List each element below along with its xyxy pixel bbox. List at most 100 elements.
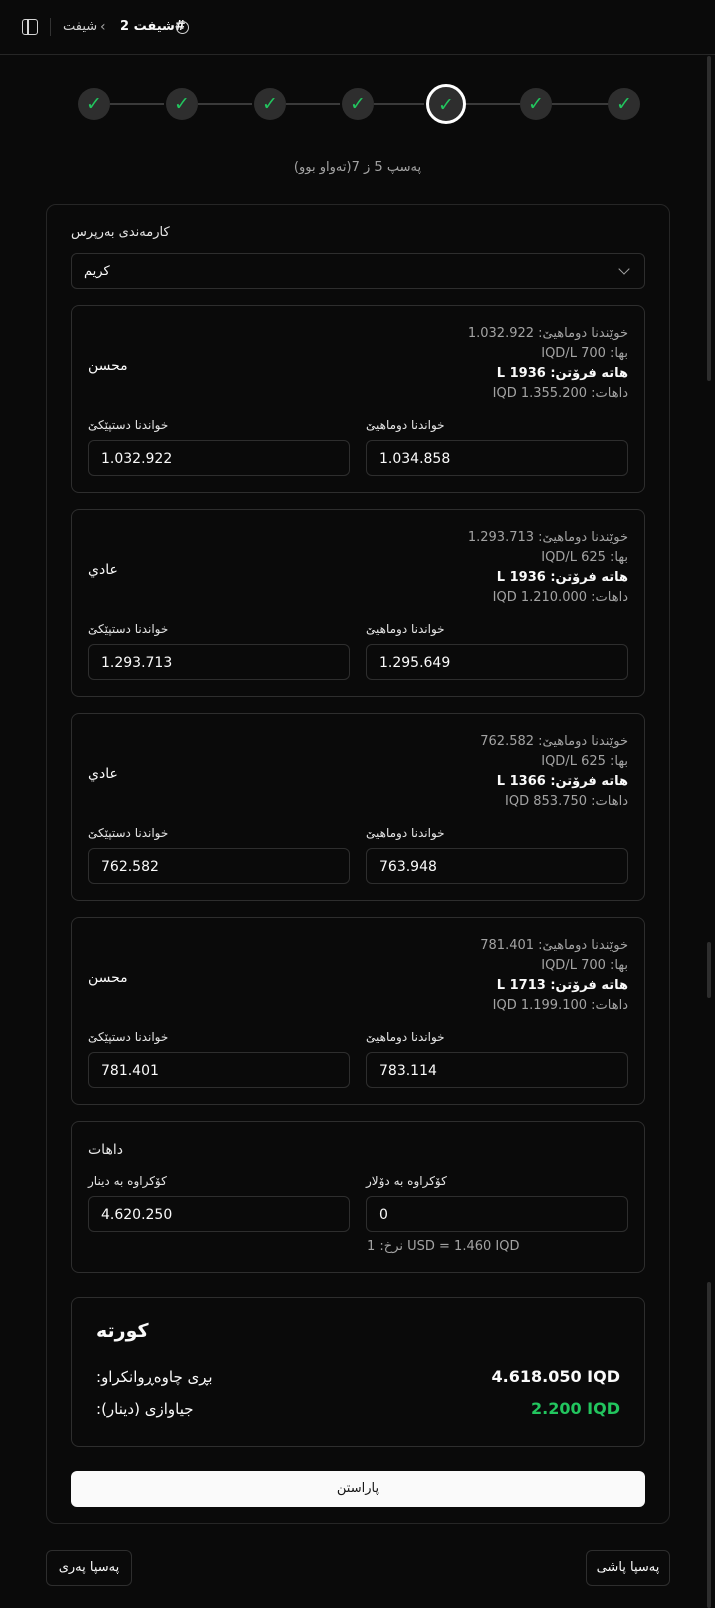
expected-amount-label: :بڕی چاوەڕوانکراو <box>96 1368 213 1386</box>
sold-value: 1366 <box>509 774 546 789</box>
sold-value: 1936 <box>509 366 546 381</box>
step-connector <box>110 103 164 105</box>
step-connector <box>198 103 252 105</box>
income-unit: IQD <box>492 998 517 1013</box>
start-reading-input[interactable]: 781.401 <box>88 1052 350 1088</box>
income-card: داهات کۆکراوە بە دینار 4.620.250 کۆکراوە… <box>71 1121 645 1273</box>
step-connector <box>552 103 610 105</box>
last-reading-value: 1.032.922 <box>467 326 535 341</box>
step-connector <box>286 103 340 105</box>
chevron-down-icon <box>618 263 630 275</box>
start-reading-label: خواندنا دستپێکێ <box>88 622 169 636</box>
pump-card: عادي خوێندنا دوماهیێ: 762.582 IQD/L بها:… <box>71 713 645 901</box>
start-reading-input[interactable]: 1.293.713 <box>88 644 350 680</box>
step-complete-check-icon[interactable]: ✓ <box>78 88 110 120</box>
last-reading-value: 781.401 <box>480 938 535 953</box>
step-current-check-icon[interactable]: ✓ <box>426 84 466 124</box>
price-unit: IQD/L <box>541 754 577 769</box>
step-complete-check-icon[interactable]: ✓ <box>608 88 640 120</box>
start-reading-input[interactable]: 1.032.922 <box>88 440 350 476</box>
price-value: 625 <box>581 754 606 769</box>
income-label: داهات: <box>591 998 628 1013</box>
sold-value: 1936 <box>509 570 546 585</box>
divider <box>50 18 51 36</box>
summary-card: کورتە :بڕی چاوەڕوانکراو 4.618.050 IQD :ج… <box>71 1297 645 1447</box>
next-step-button[interactable]: پەسپا پاشی <box>586 1550 670 1586</box>
price-unit: IQD/L <box>541 958 577 973</box>
end-reading-input[interactable]: 763.948 <box>366 848 628 884</box>
total-dinar-label: کۆکراوە بە دینار <box>88 1174 167 1188</box>
last-reading-label: خوێندنا دوماهیێ: <box>538 938 628 953</box>
start-reading-label: خواندنا دستپێکێ <box>88 418 169 432</box>
price-value: 625 <box>581 550 606 565</box>
income-label: داهات: <box>591 590 628 605</box>
last-reading-label: خوێندنا دوماهیێ: <box>538 530 628 545</box>
last-reading-label: خوێندنا دوماهیێ: <box>538 734 628 749</box>
pump-card: محسن خوێندنا دوماهیێ: 1.032.922 IQD/L به… <box>71 305 645 493</box>
previous-step-button[interactable]: پەسپا پەری <box>46 1550 132 1586</box>
income-label: داهات: <box>591 794 628 809</box>
start-reading-label: خواندنا دستپێکێ <box>88 826 169 840</box>
price-label: بها: <box>610 754 628 769</box>
employee-select-value: كريم <box>84 264 110 279</box>
step-complete-check-icon[interactable]: ✓ <box>254 88 286 120</box>
price-value: 700 <box>581 958 606 973</box>
total-dollar-input[interactable]: 0 <box>366 1196 628 1232</box>
save-button[interactable]: پاراستن <box>71 1471 645 1507</box>
sold-unit: L <box>496 366 506 381</box>
pump-info: خوێندنا دوماهیێ: 762.582 IQD/L بها: 625 … <box>480 732 628 812</box>
income-value: 1.355.200 <box>520 386 588 401</box>
end-reading-input[interactable]: 1.295.649 <box>366 644 628 680</box>
income-unit: IQD <box>505 794 530 809</box>
income-value: 1.210.000 <box>520 590 588 605</box>
employee-select[interactable]: كريم <box>71 253 645 289</box>
sold-label: هاتە فرۆتن: <box>550 774 628 789</box>
income-title: داهات <box>88 1142 123 1158</box>
step-caption: پەسپ 5 ز 7(تەواو بوو) <box>293 160 422 175</box>
total-dinar-input[interactable]: 4.620.250 <box>88 1196 350 1232</box>
expected-amount-value: 4.618.050 IQD <box>491 1367 621 1386</box>
end-reading-label: خواندنا دوماهیێ <box>366 418 445 432</box>
chevron-left-icon: ‹ <box>100 19 106 35</box>
exchange-rate-note: 1 :نرخ USD = 1.460 IQD <box>367 1239 520 1254</box>
step-complete-check-icon[interactable]: ✓ <box>166 88 198 120</box>
top-bar: شیفت ‹ شیفت 2# i <box>0 0 715 55</box>
breadcrumb-parent[interactable]: شیفت <box>63 19 97 35</box>
difference-label: :جیاوازی (دینار) <box>96 1400 194 1418</box>
price-unit: IQD/L <box>541 346 577 361</box>
start-reading-label: خواندنا دستپێکێ <box>88 1030 169 1044</box>
scrollbar-thumb[interactable] <box>707 56 711 381</box>
last-reading-value: 1.293.713 <box>467 530 535 545</box>
sold-unit: L <box>496 978 506 993</box>
pump-name: محسن <box>88 970 128 986</box>
info-icon[interactable]: i <box>176 21 189 34</box>
sold-label: هاتە فرۆتن: <box>550 366 628 381</box>
price-value: 700 <box>581 346 606 361</box>
price-label: بها: <box>610 346 628 361</box>
sold-unit: L <box>496 774 506 789</box>
sidebar-toggle-icon[interactable] <box>22 19 38 35</box>
step-connector <box>374 103 424 105</box>
end-reading-input[interactable]: 783.114 <box>366 1052 628 1088</box>
stepper: ✓ ✓ ✓ ✓ ✓ ✓ ✓ <box>78 84 640 124</box>
scrollbar-marker <box>707 1282 711 1608</box>
pump-info: خوێندنا دوماهیێ: 1.032.922 IQD/L بها: 70… <box>468 324 628 404</box>
summary-title: کورتە <box>96 1320 149 1342</box>
step-complete-check-icon[interactable]: ✓ <box>520 88 552 120</box>
sold-unit: L <box>496 570 506 585</box>
pump-card: عادي خوێندنا دوماهیێ: 1.293.713 IQD/L به… <box>71 509 645 697</box>
total-dollar-label: کۆکراوە بە دۆلار <box>366 1174 447 1188</box>
last-reading-label: خوێندنا دوماهیێ: <box>538 326 628 341</box>
step-complete-check-icon[interactable]: ✓ <box>342 88 374 120</box>
scrollbar-marker <box>707 942 711 998</box>
price-label: بها: <box>610 958 628 973</box>
pump-name: محسن <box>88 358 128 374</box>
end-reading-input[interactable]: 1.034.858 <box>366 440 628 476</box>
pump-name: عادي <box>88 562 118 578</box>
income-unit: IQD <box>492 386 517 401</box>
sold-value: 1713 <box>509 978 546 993</box>
start-reading-input[interactable]: 762.582 <box>88 848 350 884</box>
last-reading-value: 762.582 <box>480 734 535 749</box>
price-unit: IQD/L <box>541 550 577 565</box>
income-value: 1.199.100 <box>520 998 588 1013</box>
